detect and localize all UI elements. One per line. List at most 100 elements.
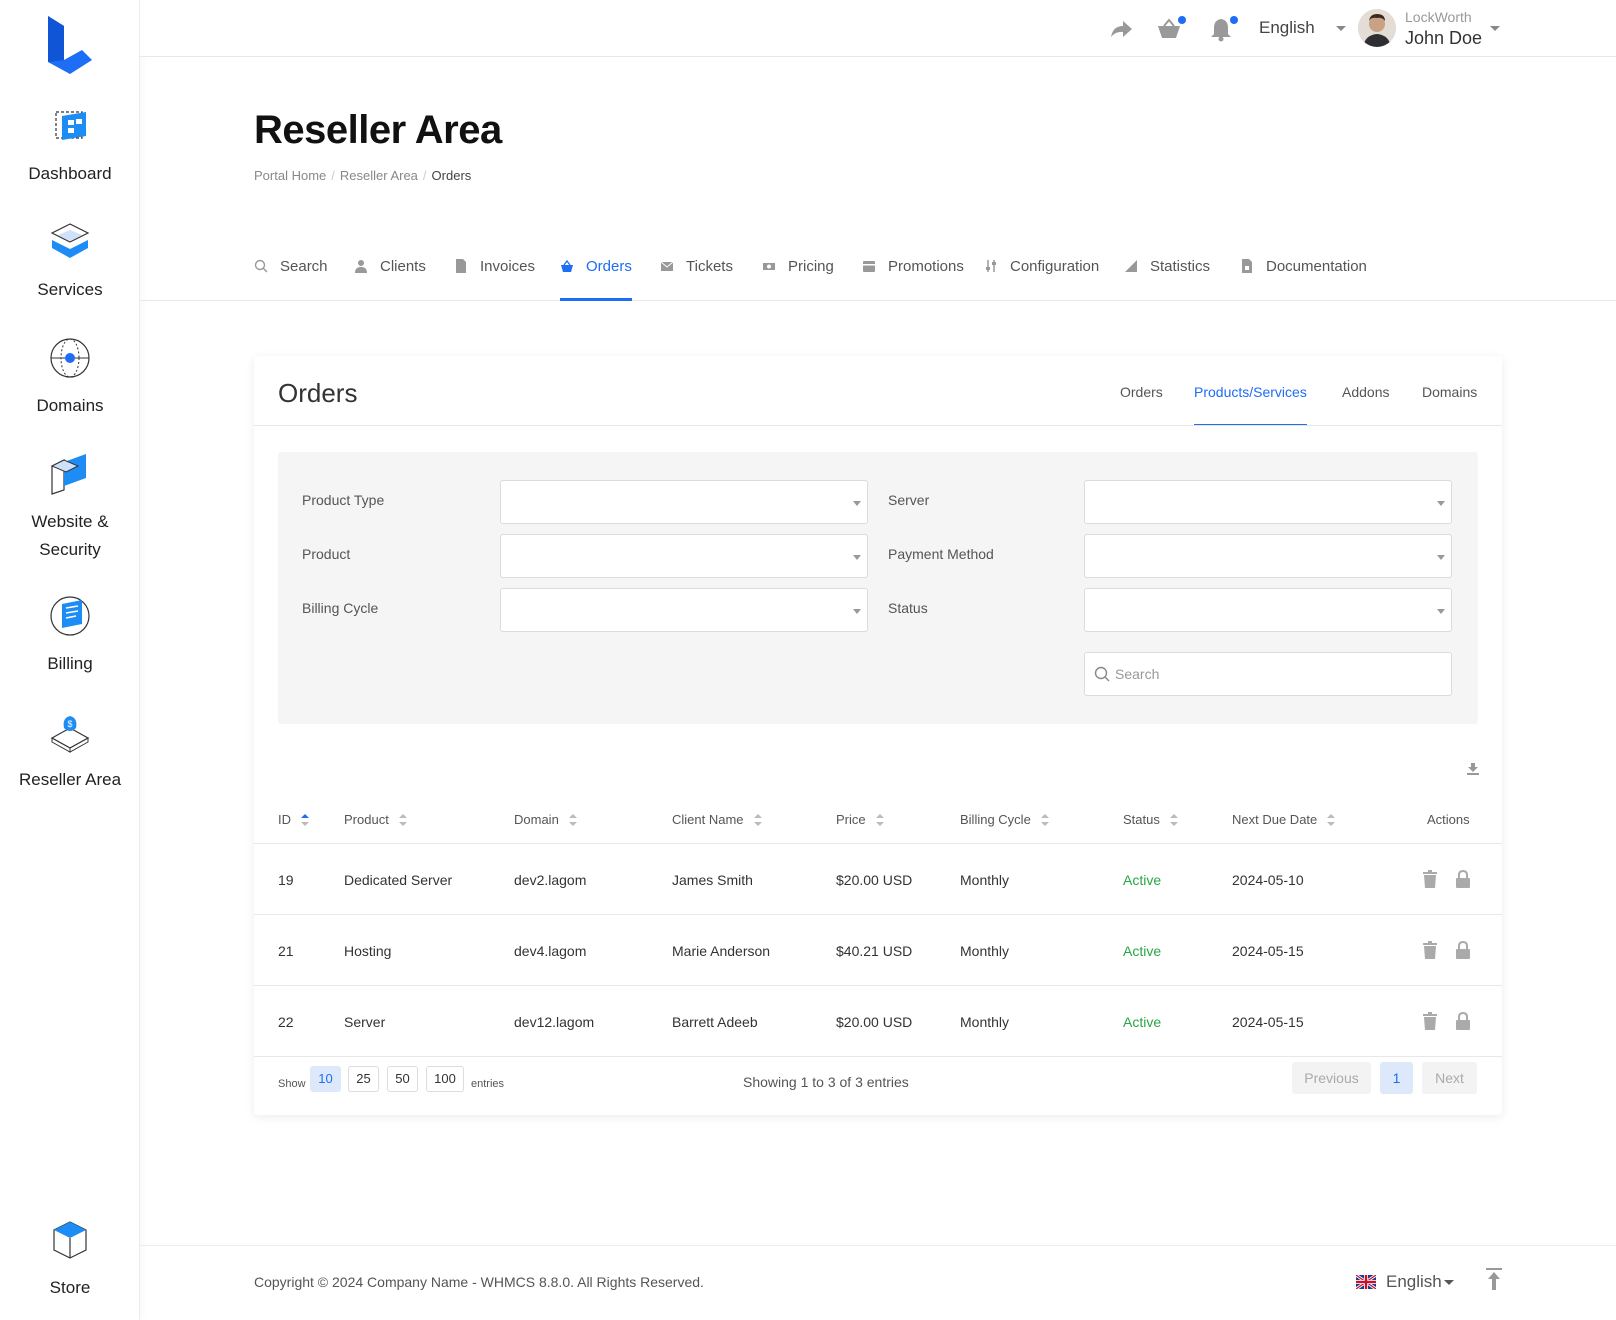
user-name[interactable]: John Doe: [1405, 28, 1482, 49]
download-icon[interactable]: [1466, 762, 1480, 776]
money-icon: [763, 263, 775, 270]
column-label: Billing Cycle: [960, 812, 1031, 827]
breadcrumb-portal-home[interactable]: Portal Home: [254, 168, 326, 183]
divider: [254, 843, 1502, 844]
page-length-100[interactable]: 100: [426, 1066, 464, 1092]
tab-promotions[interactable]: Promotions: [862, 258, 964, 301]
user-menu-chevron-icon[interactable]: [1490, 26, 1500, 31]
tab-tickets[interactable]: Tickets: [660, 258, 733, 301]
notification-badge-dot: [1230, 16, 1238, 24]
subtab-products-services[interactable]: Products/Services: [1194, 384, 1307, 426]
column-header-next-due-date[interactable]: Next Due Date: [1232, 812, 1336, 827]
sidebar-item-services[interactable]: Services: [0, 220, 140, 304]
lock-icon[interactable]: [1455, 1012, 1471, 1030]
tab-statistics[interactable]: Statistics: [1124, 258, 1210, 301]
subtab-orders[interactable]: Orders: [1120, 384, 1163, 426]
footer-language-selector[interactable]: English: [1356, 1272, 1454, 1292]
page-1-button[interactable]: 1: [1380, 1062, 1413, 1094]
page-length-10[interactable]: 10: [310, 1066, 341, 1092]
cell-client: Marie Anderson: [672, 943, 771, 959]
product-select[interactable]: [500, 534, 868, 578]
tab-invoices[interactable]: Invoices: [454, 258, 535, 301]
sidebar-item-dashboard[interactable]: Dashboard: [0, 104, 140, 188]
lock-icon[interactable]: [1455, 870, 1471, 888]
status-badge: Active: [1123, 943, 1162, 959]
chevron-down-icon: [853, 609, 861, 614]
language-selector[interactable]: English: [1259, 18, 1346, 38]
sidebar-item-billing[interactable]: Billing: [0, 594, 140, 678]
share-icon[interactable]: [1108, 16, 1134, 42]
breadcrumb-separator: /: [331, 168, 335, 183]
back-to-top-icon[interactable]: [1484, 1268, 1504, 1290]
sidebar-item-label: Dashboard: [28, 164, 112, 183]
column-label: Client Name: [672, 812, 744, 827]
tab-search[interactable]: Search: [254, 258, 328, 301]
language-label: English: [1259, 18, 1315, 37]
tab-label: Statistics: [1150, 258, 1211, 275]
column-header-id[interactable]: ID: [278, 812, 309, 827]
page-length-50[interactable]: 50: [387, 1066, 418, 1092]
tab-clients[interactable]: Clients: [354, 258, 426, 301]
cell-product[interactable]: Server: [344, 1014, 385, 1030]
table-info: Showing 1 to 3 of 3 entries: [743, 1074, 909, 1090]
cart-badge-dot: [1178, 16, 1186, 24]
tab-label: Configuration: [1010, 258, 1100, 275]
tab-label: Pricing: [788, 258, 834, 275]
sidebar-item-label: Website & Security: [0, 508, 140, 564]
server-select[interactable]: [1084, 480, 1452, 524]
column-header-product[interactable]: Product: [344, 812, 407, 827]
trash-icon[interactable]: [1422, 1012, 1438, 1030]
tab-orders[interactable]: Orders: [560, 258, 632, 301]
sidebar-item-label: Billing: [47, 654, 93, 673]
subtab-addons[interactable]: Addons: [1342, 384, 1389, 426]
previous-button[interactable]: Previous: [1292, 1062, 1371, 1094]
breadcrumb-reseller-area[interactable]: Reseller Area: [340, 168, 418, 183]
trash-icon[interactable]: [1422, 870, 1438, 888]
trash-icon[interactable]: [1422, 941, 1438, 959]
page-length-25[interactable]: 25: [348, 1066, 379, 1092]
sidebar-item-store[interactable]: Store: [0, 1218, 140, 1302]
sidebar-item-website-security[interactable]: Website & Security: [0, 452, 140, 564]
uk-flag-icon: [1356, 1275, 1376, 1289]
payment-method-select[interactable]: [1084, 534, 1452, 578]
billing-cycle-select[interactable]: [500, 588, 868, 632]
cell-next-due-date: 2024-05-10: [1232, 872, 1304, 888]
user-icon: [355, 260, 367, 273]
avatar[interactable]: [1358, 9, 1396, 47]
lock-icon[interactable]: [1455, 941, 1471, 959]
product-type-select[interactable]: [500, 480, 868, 524]
next-button[interactable]: Next: [1422, 1062, 1477, 1094]
subtab-domains[interactable]: Domains: [1422, 384, 1477, 426]
tab-pricing[interactable]: Pricing: [762, 258, 834, 301]
status-label: Status: [888, 600, 928, 616]
column-header-status[interactable]: Status: [1123, 812, 1178, 827]
tab-label: Clients: [380, 258, 426, 275]
column-header-billing-cycle[interactable]: Billing Cycle: [960, 812, 1049, 827]
domains-icon: [50, 338, 90, 378]
search-input[interactable]: [1115, 653, 1445, 695]
chevron-down-icon: [1437, 501, 1445, 506]
status-select[interactable]: [1084, 588, 1452, 632]
search-field: [1084, 652, 1452, 696]
column-label: ID: [278, 812, 291, 827]
breadcrumb-current: Orders: [431, 168, 472, 183]
cell-product[interactable]: Dedicated Server: [344, 872, 452, 888]
tab-documentation[interactable]: Documentation: [1240, 258, 1367, 301]
sidebar-item-label-line1: Website &: [31, 512, 109, 531]
card-title: Orders: [278, 378, 358, 408]
logo-icon[interactable]: [46, 16, 94, 76]
cell-product[interactable]: Hosting: [344, 943, 391, 959]
tab-configuration[interactable]: Configuration: [984, 258, 1099, 301]
column-header-domain[interactable]: Domain: [514, 812, 577, 827]
sidebar-item-reseller-area[interactable]: $ Reseller Area: [0, 710, 140, 794]
sidebar-item-domains[interactable]: Domains: [0, 336, 140, 420]
column-label: Domain: [514, 812, 559, 827]
search-icon: [254, 259, 268, 273]
sidebar-item-label: Domains: [36, 396, 104, 415]
website-security-icon: [50, 454, 86, 495]
tab-label: Search: [280, 258, 328, 275]
chevron-down-icon: [1443, 1280, 1454, 1286]
status-badge: Active: [1123, 1014, 1162, 1030]
column-header-client-name[interactable]: Client Name: [672, 812, 762, 827]
column-header-price[interactable]: Price: [836, 812, 884, 827]
